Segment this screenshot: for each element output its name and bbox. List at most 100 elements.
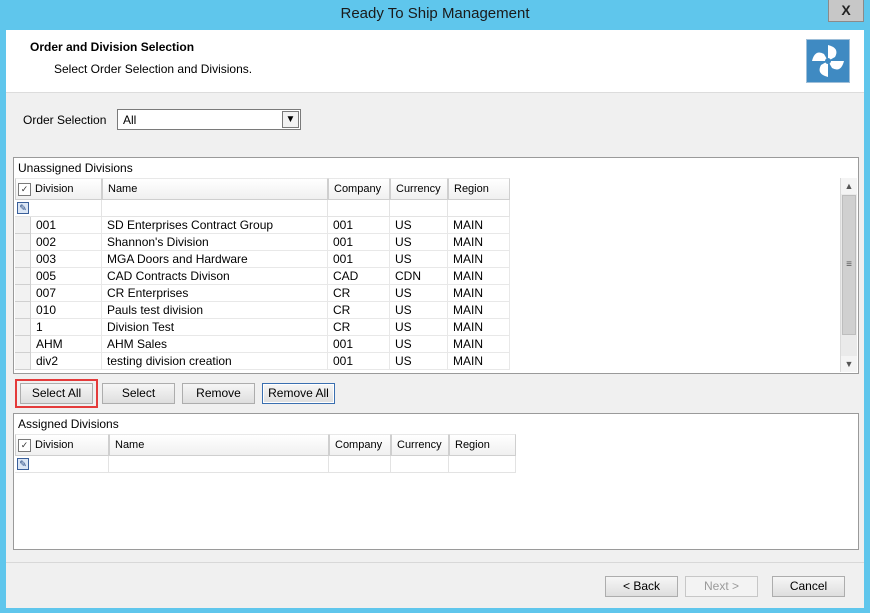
row-selector[interactable] [15, 234, 31, 251]
table-cell: MAIN [448, 353, 510, 370]
table-row[interactable]: AHM AHM Sales 001 US MAIN [15, 336, 510, 353]
column-header-region[interactable]: Region [448, 178, 510, 200]
back-button[interactable]: < Back [605, 576, 678, 597]
row-selector[interactable] [15, 302, 31, 319]
page-title: Order and Division Selection [30, 40, 195, 54]
remove-all-button[interactable]: Remove All [262, 383, 335, 404]
select-button[interactable]: Select [102, 383, 175, 404]
table-cell: Division Test [102, 319, 328, 336]
table-row[interactable]: 001 SD Enterprises Contract Group 001 US MAI… [15, 217, 510, 234]
wizard-header: Order and Division Selection Select Orde… [6, 30, 864, 93]
divider [6, 562, 864, 563]
column-header-region[interactable]: Region [449, 434, 516, 456]
table-cell: US [390, 319, 448, 336]
window-title: Ready To Ship Management [340, 5, 530, 22]
close-button[interactable]: X [828, 0, 864, 22]
table-cell: 001 [328, 353, 390, 370]
table-cell: 1 [31, 319, 102, 336]
column-header-company[interactable]: Company [328, 178, 390, 200]
scroll-thumb[interactable]: ≡ [842, 195, 856, 335]
table-cell: 001 [328, 217, 390, 234]
table-cell: MAIN [448, 319, 510, 336]
cancel-button[interactable]: Cancel [772, 576, 845, 597]
next-button[interactable]: Next > [685, 576, 758, 597]
table-cell: Pauls test division [102, 302, 328, 319]
column-chooser-icon[interactable]: ✓ [18, 182, 31, 196]
remove-button[interactable]: Remove [182, 383, 255, 404]
table-cell: MAIN [448, 268, 510, 285]
table-cell: AHM [31, 336, 102, 353]
order-selection-label: Order Selection [23, 113, 107, 127]
table-cell: CR [328, 319, 390, 336]
table-cell: CR [328, 285, 390, 302]
table-cell: CR [328, 302, 390, 319]
table-cell: testing division creation [102, 353, 328, 370]
table-row[interactable]: 003 MGA Doors and Hardware 001 US MAIN [15, 251, 510, 268]
unassigned-divisions-grid[interactable]: ✓ Division Name Company Currency Region ✎… [15, 178, 857, 372]
table-cell: MAIN [448, 336, 510, 353]
row-selector[interactable] [15, 285, 31, 302]
close-icon: X [841, 2, 851, 18]
order-selection-value: All [123, 113, 137, 127]
unassigned-divisions-panel: Unassigned Divisions ✓ Division Name Comp… [13, 157, 859, 374]
table-row[interactable]: 005 CAD Contracts Divison CAD CDN MAIN [15, 268, 510, 285]
column-chooser-icon[interactable]: ✓ [18, 438, 31, 452]
scroll-up-icon[interactable]: ▲ [841, 178, 857, 194]
table-cell: MAIN [448, 234, 510, 251]
table-cell: MAIN [448, 217, 510, 234]
row-selector[interactable] [15, 353, 31, 370]
table-cell: 001 [328, 251, 390, 268]
column-header-currency[interactable]: Currency [391, 434, 449, 456]
column-header-company[interactable]: Company [329, 434, 391, 456]
table-cell: US [390, 336, 448, 353]
table-row[interactable]: 1 Division Test CR US MAIN [15, 319, 510, 336]
table-cell: 002 [31, 234, 102, 251]
column-header-name[interactable]: Name [102, 178, 328, 200]
scroll-down-icon[interactable]: ▼ [841, 356, 857, 372]
table-cell: 007 [31, 285, 102, 302]
table-cell: MGA Doors and Hardware [102, 251, 328, 268]
page-subtitle: Select Order Selection and Divisions. [54, 62, 253, 76]
table-row[interactable]: 010 Pauls test division CR US MAIN [15, 302, 510, 319]
table-row[interactable]: 007 CR Enterprises CR US MAIN [15, 285, 510, 302]
pinwheel-logo-icon [806, 39, 850, 83]
table-cell: US [390, 302, 448, 319]
column-header-division[interactable]: ✓ Division [15, 178, 102, 200]
table-cell: CDN [390, 268, 448, 285]
table-row[interactable]: 002 Shannon's Division 001 US MAIN [15, 234, 510, 251]
table-cell: SD Enterprises Contract Group [102, 217, 328, 234]
table-cell: US [390, 251, 448, 268]
column-header-currency[interactable]: Currency [390, 178, 448, 200]
row-selector[interactable] [15, 251, 31, 268]
table-cell: div2 [31, 353, 102, 370]
filter-icon[interactable]: ✎ [17, 202, 29, 214]
filter-icon[interactable]: ✎ [17, 458, 29, 470]
select-all-button[interactable]: Select All [20, 383, 93, 404]
order-selection-dropdown[interactable]: All ▼ [117, 109, 301, 130]
assigned-divisions-grid[interactable]: ✓ Division Name Company Currency Region ✎ [15, 434, 857, 548]
table-cell: 001 [328, 336, 390, 353]
grid-header: ✓ Division Name Company Currency Region [15, 178, 510, 200]
table-row[interactable]: div2 testing division creation 001 US MAIN [15, 353, 510, 370]
unassigned-rows: 001 SD Enterprises Contract Group 001 US MAI… [15, 217, 510, 370]
row-selector[interactable] [15, 319, 31, 336]
table-cell: 005 [31, 268, 102, 285]
table-cell: US [390, 234, 448, 251]
assigned-divisions-panel: Assigned Divisions ✓ Division Name Compan… [13, 413, 859, 550]
chevron-down-icon[interactable]: ▼ [282, 111, 299, 128]
grid-header: ✓ Division Name Company Currency Region [15, 434, 516, 456]
column-header-division[interactable]: ✓ Division [15, 434, 109, 456]
column-header-name[interactable]: Name [109, 434, 329, 456]
table-cell: CAD [328, 268, 390, 285]
title-bar[interactable]: Ready To Ship Management X [0, 0, 870, 30]
table-cell: MAIN [448, 251, 510, 268]
row-selector[interactable] [15, 217, 31, 234]
table-cell: MAIN [448, 285, 510, 302]
unassigned-divisions-title: Unassigned Divisions [18, 161, 133, 175]
vertical-scrollbar[interactable]: ▲ ≡ ▼ [840, 178, 857, 372]
dialog-body: Order and Division Selection Select Orde… [6, 30, 864, 608]
table-cell: US [390, 217, 448, 234]
row-selector[interactable] [15, 268, 31, 285]
table-cell: 010 [31, 302, 102, 319]
row-selector[interactable] [15, 336, 31, 353]
